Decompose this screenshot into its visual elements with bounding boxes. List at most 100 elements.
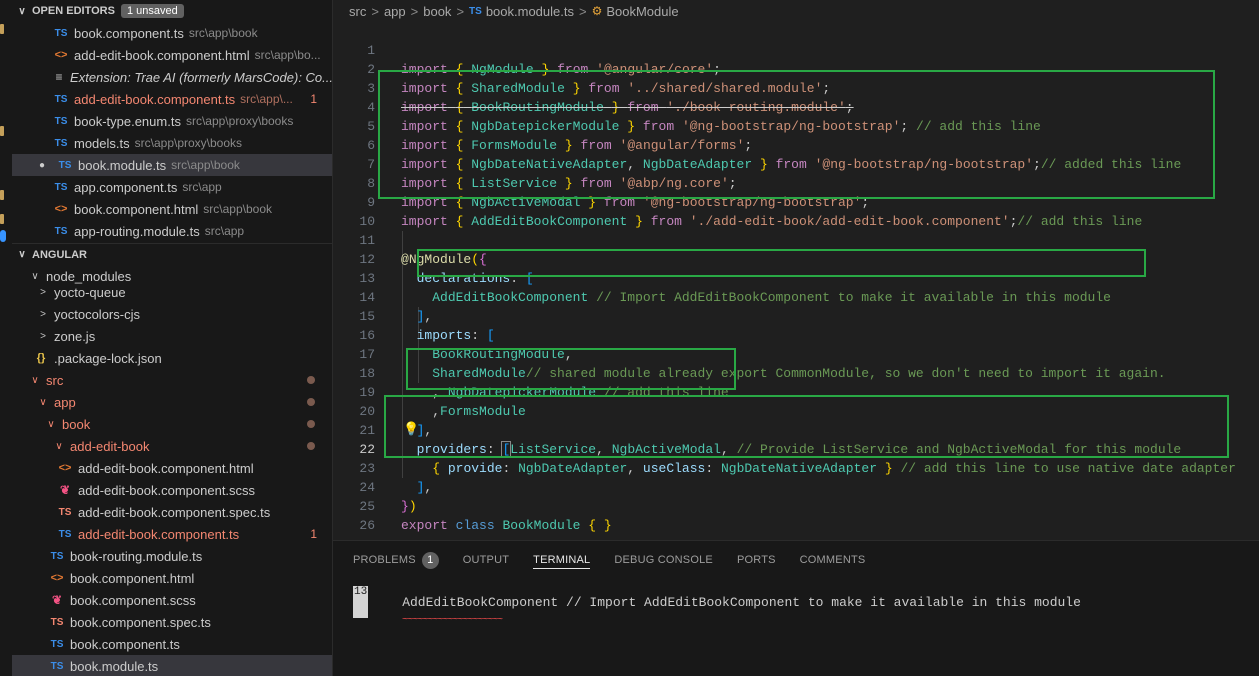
- tree-folder-add-edit-book[interactable]: ∨ add-edit-book: [12, 435, 332, 457]
- typescript-file-icon: TS: [58, 506, 72, 518]
- code-line[interactable]: 1 import { NgModule } from '@angular/cor…: [333, 22, 1259, 77]
- tree-folder-app[interactable]: ∨ app: [12, 391, 332, 413]
- open-editor-item[interactable]: TS book-type.enum.ts src\app\proxy\books: [12, 110, 332, 132]
- typescript-file-icon: TS: [54, 137, 68, 149]
- open-editor-item[interactable]: TS add-edit-book.component.ts src\app\..…: [12, 88, 332, 110]
- class-symbol-icon: ⚙: [591, 4, 603, 18]
- terminal-output[interactable]: 13 AddEditBookComponent // Import AddEdi…: [353, 586, 1081, 618]
- tree-folder[interactable]: > zone.js: [12, 325, 332, 347]
- highlight-box: [406, 348, 736, 390]
- chevron-down-icon: ∨: [18, 249, 26, 260]
- typescript-file-icon: TS: [54, 181, 68, 193]
- line-number: 26: [359, 518, 375, 533]
- file-name: .package-lock.json: [54, 350, 162, 366]
- code-line[interactable]: 16 BookRoutingModule,: [333, 307, 1259, 362]
- typescript-file-icon: TS: [54, 93, 68, 105]
- code-line[interactable]: 15 imports: [: [333, 288, 1259, 343]
- error-dot-icon: [307, 420, 315, 428]
- explorer-sidebar: ∨ OPEN EDITORS 1 unsaved TS book.compone…: [12, 0, 333, 676]
- file-name: app-routing.module.ts: [74, 223, 200, 239]
- file-name: book-type.enum.ts: [74, 113, 181, 129]
- typescript-file-icon: TS: [50, 550, 64, 562]
- code-line[interactable]: 2 import { SharedModule } from '../share…: [333, 41, 1259, 96]
- chevron-down-icon: ∨: [39, 396, 47, 408]
- open-editor-item[interactable]: ≡ Extension: Trae AI (formerly MarsCode)…: [12, 66, 333, 88]
- file-name: book.component.html: [70, 570, 195, 586]
- project-section-header[interactable]: ∨ ANGULAR: [12, 243, 332, 265]
- breadcrumb-file[interactable]: book.module.ts: [486, 4, 574, 19]
- panel-tabs: PROBLEMS 1 OUTPUT TERMINAL DEBUG CONSOLE…: [353, 549, 889, 571]
- breadcrumb-item[interactable]: src: [349, 4, 366, 19]
- code-line[interactable]: 12 declarations: [: [333, 231, 1259, 286]
- code-editor[interactable]: src > app > book > TS book.module.ts > ⚙…: [333, 0, 1259, 540]
- tree-file[interactable]: ❦ add-edit-book.component.scss: [12, 479, 332, 501]
- highlight-box: [378, 70, 1215, 199]
- code-line[interactable]: 17 SharedModule// shared module already …: [333, 326, 1259, 381]
- file-path: src\app\book: [203, 202, 273, 216]
- open-editor-item[interactable]: <> book.component.html src\app\book: [12, 198, 332, 220]
- tab-problems[interactable]: PROBLEMS 1: [353, 551, 439, 569]
- open-editors-title: OPEN EDITORS: [32, 5, 115, 17]
- open-editor-item[interactable]: TS book.component.ts src\app\book: [12, 22, 332, 44]
- breadcrumb-item[interactable]: book: [423, 4, 451, 19]
- unsaved-dot-icon[interactable]: ●: [36, 160, 48, 171]
- code-line[interactable]: 24 }): [333, 459, 1259, 514]
- typescript-file-icon: TS: [469, 5, 482, 17]
- code-line[interactable]: 11 @NgModule({: [333, 212, 1259, 267]
- code-text: export class BookModule { }: [401, 518, 612, 533]
- file-name: app.component.ts: [74, 179, 178, 195]
- problem-count: 1: [310, 92, 317, 106]
- tab-ports[interactable]: PORTS: [737, 554, 776, 566]
- unsaved-badge: 1 unsaved: [120, 4, 184, 18]
- file-name: book.component.ts: [70, 636, 180, 652]
- tab-comments[interactable]: COMMENTS: [800, 554, 866, 566]
- scss-file-icon: ❦: [51, 593, 63, 607]
- tree-file-active[interactable]: TS book.module.ts: [12, 655, 332, 676]
- activity-marker: [0, 190, 4, 200]
- tree-file[interactable]: TS book.component.ts: [12, 633, 332, 655]
- bottom-panel: PROBLEMS 1 OUTPUT TERMINAL DEBUG CONSOLE…: [333, 540, 1259, 676]
- chevron-right-icon: >: [40, 308, 46, 320]
- breadcrumb-symbol[interactable]: BookModule: [606, 4, 678, 19]
- file-name: book.module.ts: [70, 658, 159, 674]
- activity-marker: [0, 214, 4, 224]
- tree-folder-src[interactable]: ∨ src: [12, 369, 332, 391]
- file-name: book.component.ts: [74, 25, 184, 41]
- code-line[interactable]: 26: [333, 497, 1259, 533]
- tree-file[interactable]: TS add-edit-book.component.spec.ts: [12, 501, 332, 523]
- tree-file[interactable]: TS add-edit-book.component.ts 1: [12, 523, 332, 545]
- open-editor-item[interactable]: TS models.ts src\app\proxy\books: [12, 132, 332, 154]
- tree-folder[interactable]: > yoctocolors-cjs: [12, 303, 332, 325]
- typescript-file-icon: TS: [54, 27, 68, 39]
- file-name: book.module.ts: [78, 157, 167, 173]
- tree-folder[interactable]: > yocto-queue: [12, 281, 332, 303]
- tree-file[interactable]: {} .package-lock.json: [12, 347, 332, 369]
- error-squiggle: ~~~~~~~~~~~~~~~~~~~~: [402, 615, 503, 626]
- tree-file[interactable]: <> book.component.html: [12, 567, 332, 589]
- tab-debug-console[interactable]: DEBUG CONSOLE: [614, 554, 713, 566]
- html-file-icon: <>: [58, 462, 72, 474]
- file-name: book.component.scss: [70, 592, 196, 608]
- open-editors-header[interactable]: ∨ OPEN EDITORS 1 unsaved: [12, 0, 332, 22]
- tree-file[interactable]: ❦ book.component.scss: [12, 589, 332, 611]
- folder-name: src: [46, 372, 64, 388]
- file-path: src\app\proxy\books: [134, 136, 243, 150]
- code-line[interactable]: 25 export class BookModule { }: [333, 478, 1259, 533]
- open-editor-item[interactable]: TS app-routing.module.ts src\app: [12, 220, 332, 242]
- breadcrumb-item[interactable]: app: [384, 4, 406, 19]
- json-file-icon: {}: [36, 352, 46, 364]
- highlight-box: [384, 395, 1229, 458]
- chevron-down-icon: ∨: [47, 418, 55, 430]
- open-editor-item-active[interactable]: ● TS book.module.ts src\app\book: [12, 154, 332, 176]
- open-editor-item[interactable]: <> add-edit-book.component.html src\app\…: [12, 44, 332, 66]
- activity-marker: [0, 126, 4, 136]
- tree-file[interactable]: <> add-edit-book.component.html: [12, 457, 332, 479]
- tree-file[interactable]: TS book-routing.module.ts: [12, 545, 332, 567]
- tab-terminal[interactable]: TERMINAL: [533, 554, 591, 569]
- activity-bar: [0, 0, 12, 676]
- tree-file[interactable]: TS book.component.spec.ts: [12, 611, 332, 633]
- tab-output[interactable]: OUTPUT: [463, 554, 509, 566]
- tree-folder-book[interactable]: ∨ book: [12, 413, 332, 435]
- error-dot-icon: [307, 398, 315, 406]
- open-editor-item[interactable]: TS app.component.ts src\app: [12, 176, 332, 198]
